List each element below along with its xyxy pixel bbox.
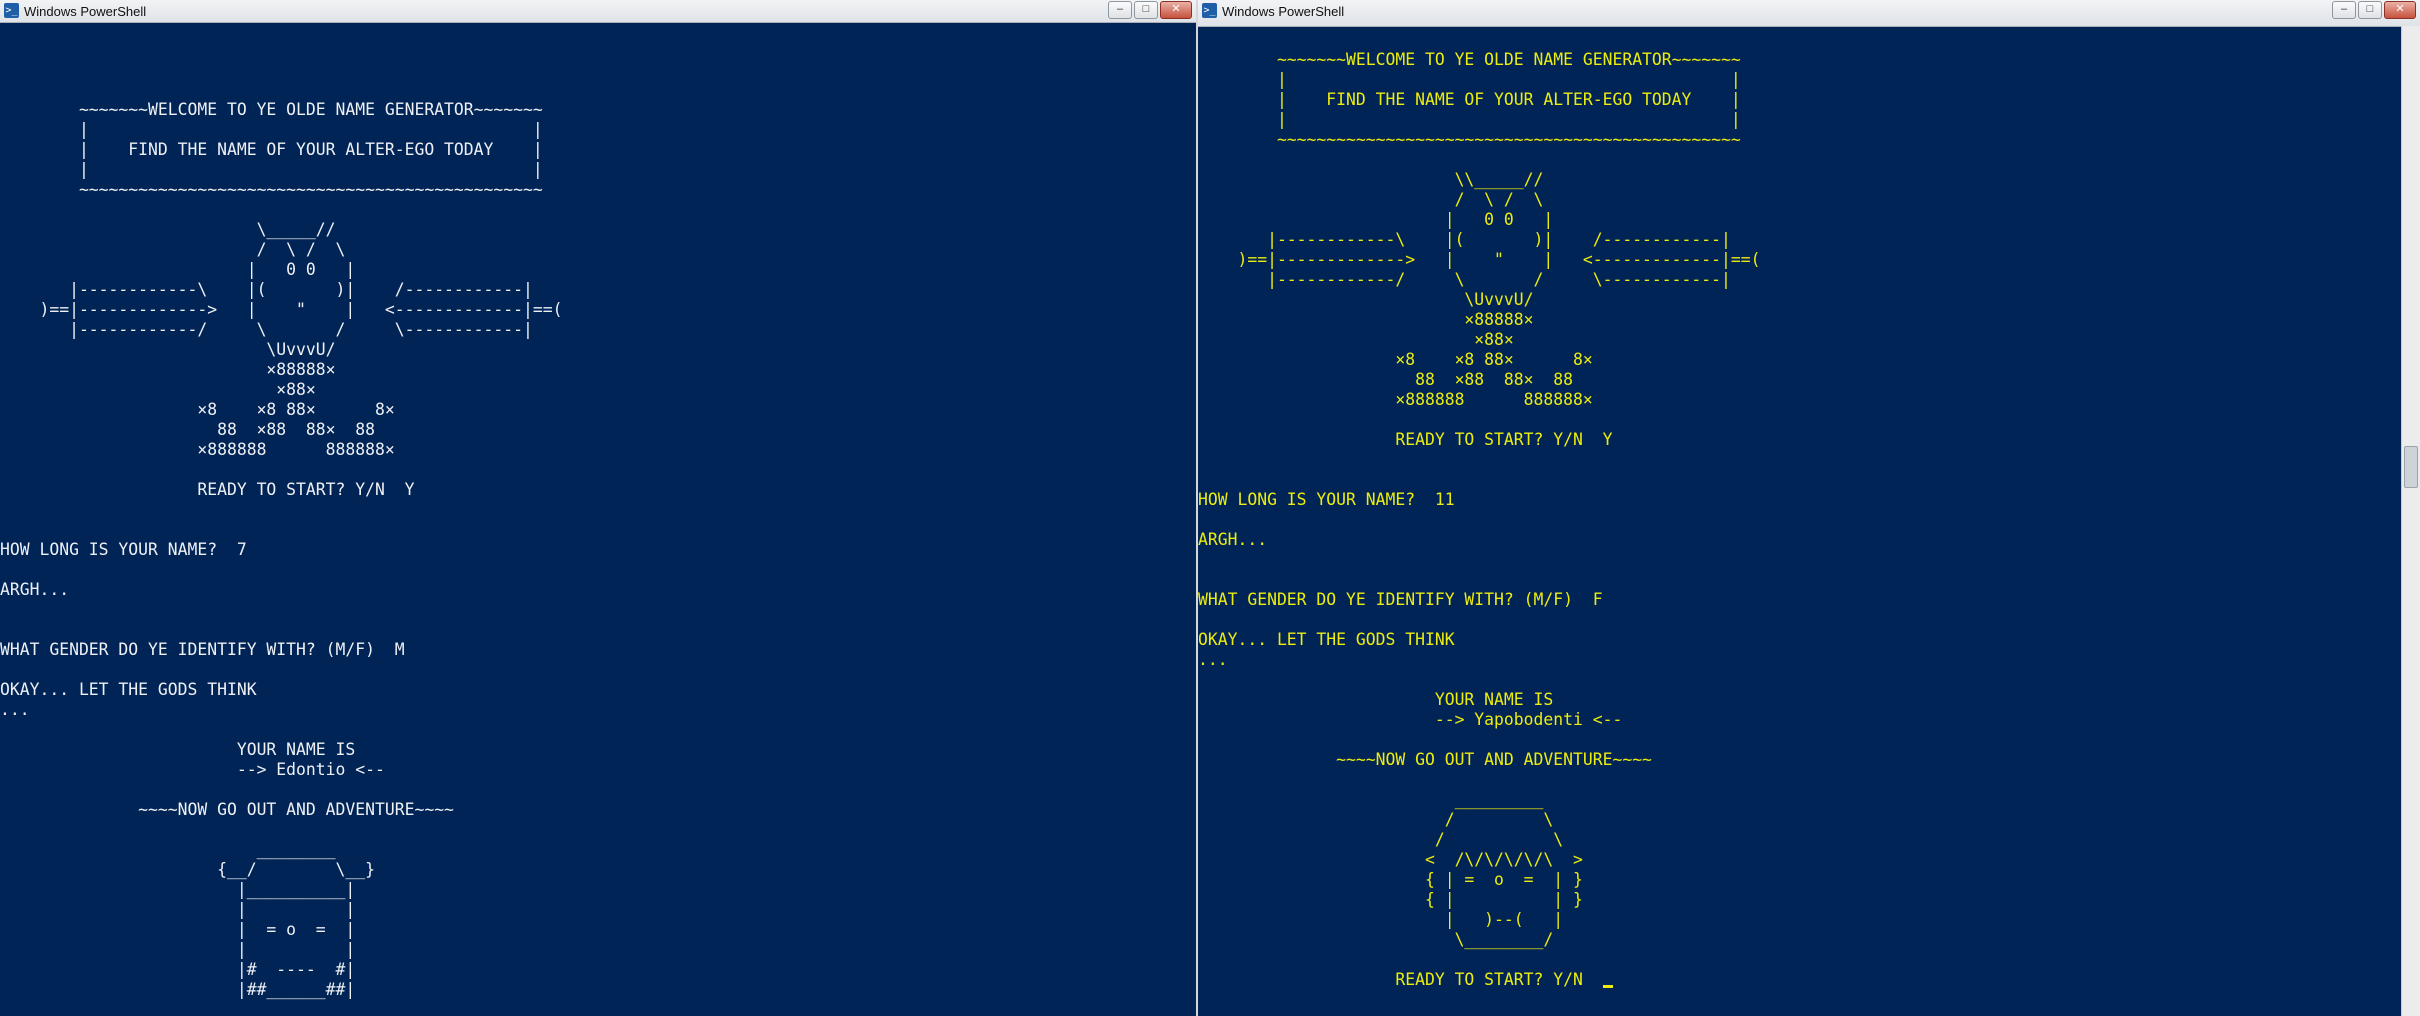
console-text: ~~~~~~~WELCOME TO YE OLDE NAME GENERATOR… bbox=[1198, 50, 1761, 989]
close-button[interactable]: ✕ bbox=[2384, 1, 2416, 19]
powershell-icon: >_ bbox=[1202, 3, 1217, 18]
console-output[interactable]: ~~~~~~~WELCOME TO YE OLDE NAME GENERATOR… bbox=[0, 100, 562, 1000]
powershell-icon: >_ bbox=[4, 3, 19, 18]
powershell-window-right[interactable]: >_ Windows PowerShell – □ ✕ ~~~~~~~WELCO… bbox=[1198, 0, 2420, 1016]
title-bar[interactable]: >_ Windows PowerShell – □ ✕ bbox=[1198, 0, 2420, 27]
scrollbar-thumb[interactable] bbox=[2404, 446, 2418, 488]
vertical-scrollbar[interactable] bbox=[2401, 26, 2420, 1016]
minimize-button[interactable]: – bbox=[2332, 1, 2356, 19]
close-button[interactable]: ✕ bbox=[1160, 1, 1192, 19]
window-title: Windows PowerShell bbox=[24, 4, 147, 19]
window-title: Windows PowerShell bbox=[1222, 4, 1345, 19]
maximize-button[interactable]: □ bbox=[2358, 1, 2382, 19]
powershell-window-left[interactable]: >_ Windows PowerShell – □ ✕ ~~~~~~~WELCO… bbox=[0, 0, 1196, 1016]
title-bar[interactable]: >_ Windows PowerShell – □ ✕ bbox=[0, 0, 1196, 23]
text-cursor bbox=[1602, 985, 1613, 988]
console-output[interactable]: ~~~~~~~WELCOME TO YE OLDE NAME GENERATOR… bbox=[1198, 50, 1760, 990]
maximize-button[interactable]: □ bbox=[1134, 1, 1158, 19]
minimize-button[interactable]: – bbox=[1108, 1, 1132, 19]
